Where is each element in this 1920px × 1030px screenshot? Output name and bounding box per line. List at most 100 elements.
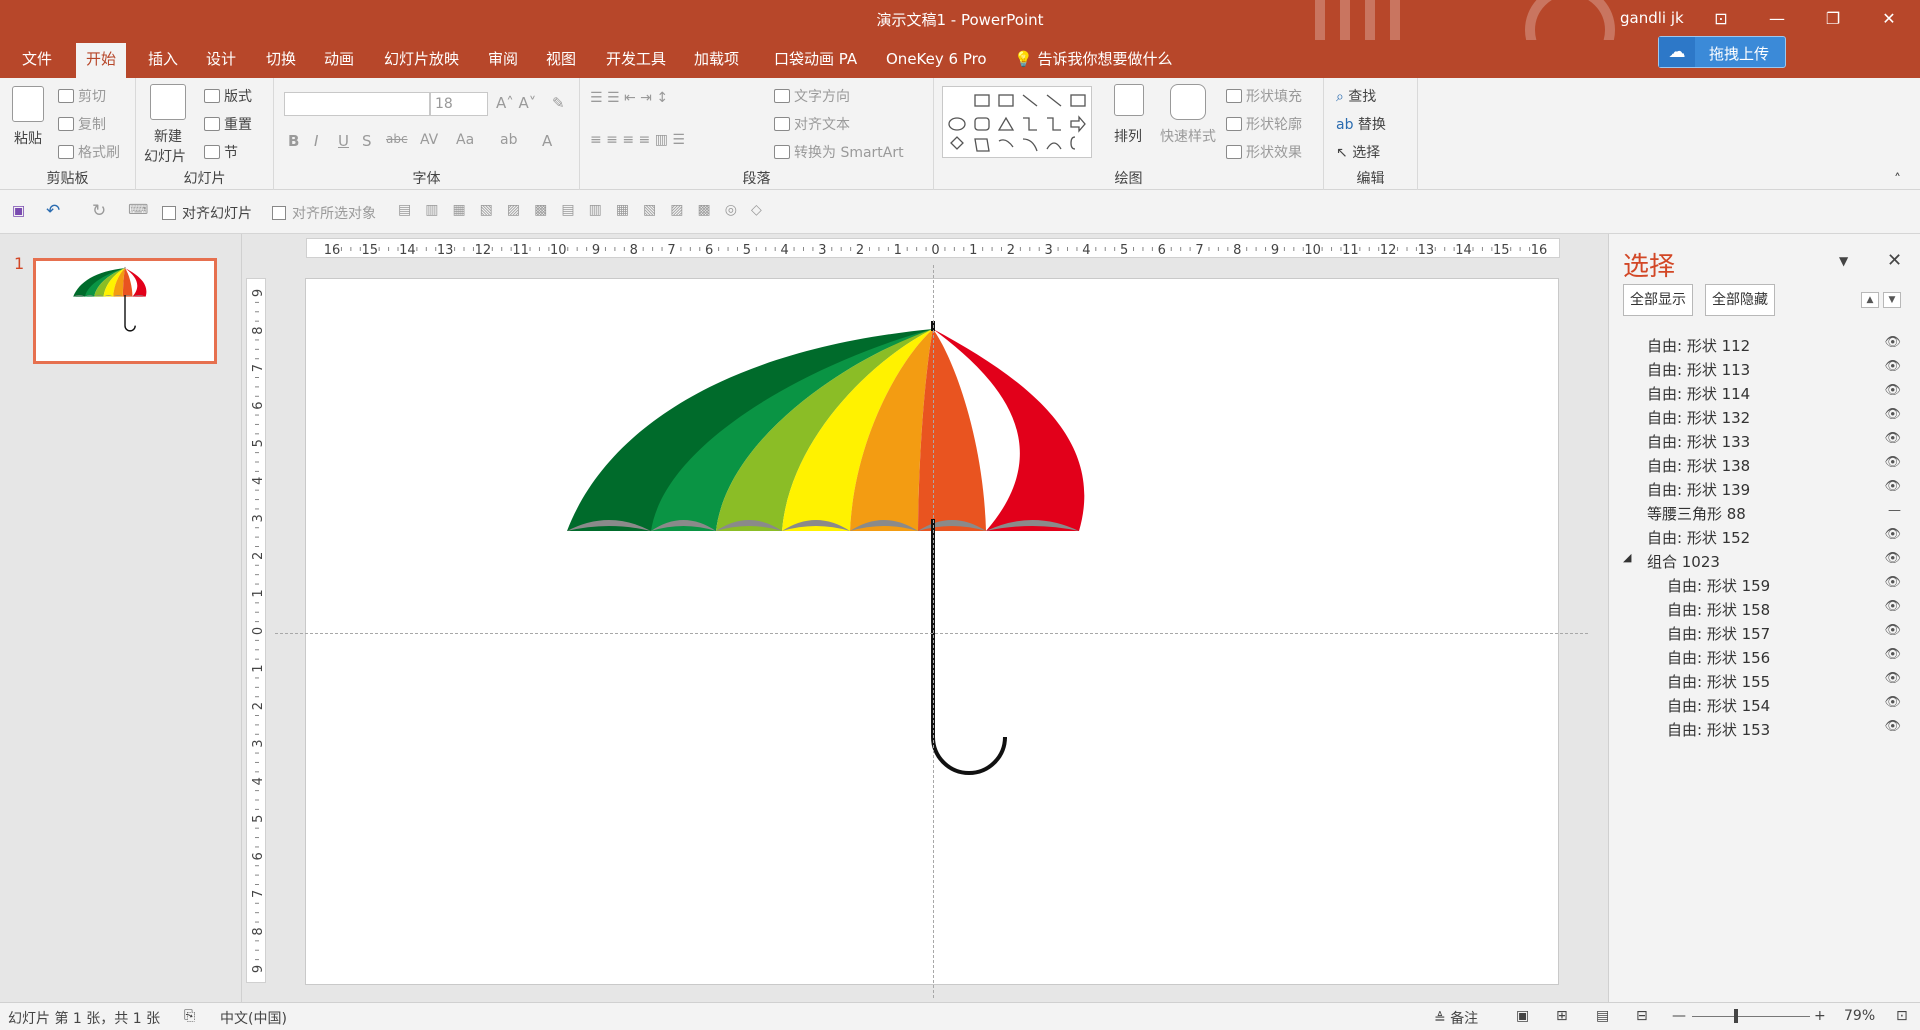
eye-icon[interactable]: 👁 [1884,551,1901,566]
new-slide-label-1[interactable]: 新建 [154,126,182,146]
selection-item[interactable]: 自由: 形状 138 👁 [1609,452,1920,476]
selection-item[interactable]: 自由: 形状 156 👁 [1609,644,1920,668]
zoom-out-icon[interactable]: — [1672,1008,1686,1024]
hidden-eye-icon[interactable]: — [1888,503,1901,518]
align-slide-checkbox[interactable]: 对齐幻灯片 [162,203,252,223]
selection-item[interactable]: 自由: 形状 114 👁 [1609,380,1920,404]
format-painter-button[interactable]: 格式刷 [58,142,120,162]
selection-item[interactable]: 自由: 形状 139 👁 [1609,476,1920,500]
minimize-icon[interactable]: — [1762,6,1792,32]
spellcheck-icon[interactable]: ⎘ [184,1008,195,1024]
cut-button[interactable]: 剪切 [58,86,106,106]
tab-pocket-animation[interactable]: 口袋动画 PA [764,48,867,78]
shape-effects-button[interactable]: 形状效果 [1226,142,1302,162]
quick-styles-button[interactable]: 快速样式 [1160,126,1216,146]
horizontal-guide[interactable] [275,633,1588,634]
paste-icon[interactable] [12,86,44,122]
show-all-button[interactable]: 全部显示 [1623,284,1693,316]
underline-icon[interactable]: U [338,132,349,150]
selection-item[interactable]: 自由: 形状 154 👁 [1609,692,1920,716]
copy-button[interactable]: 复制 [58,114,106,134]
highlight-icon[interactable]: ab [500,132,517,148]
tab-addins[interactable]: 加载项 [684,48,749,78]
italic-icon[interactable]: I [314,132,318,150]
selection-group-item[interactable]: ◢ 组合 1023 👁 [1609,548,1920,572]
selection-item[interactable]: 自由: 形状 159 👁 [1609,572,1920,596]
close-icon[interactable]: ✕ [1874,6,1904,32]
shape-outline-button[interactable]: 形状轮廓 [1226,114,1302,134]
tell-me-search[interactable]: 💡 告诉我你想要做什么 [1004,48,1182,78]
convert-smartart-button[interactable]: 转换为 SmartArt [774,142,904,162]
tab-design[interactable]: 设计 [196,48,246,78]
tab-slideshow[interactable]: 幻灯片放映 [374,48,469,78]
zoom-slider[interactable] [1692,1016,1810,1017]
slide-canvas[interactable] [305,278,1559,985]
redo-icon[interactable]: ↻ [92,201,106,221]
tab-file[interactable]: 文件 [12,48,62,78]
eye-icon[interactable]: 👁 [1884,407,1901,422]
tab-view[interactable]: 视图 [536,48,586,78]
text-direction-button[interactable]: 文字方向 [774,86,850,106]
eye-icon[interactable]: 👁 [1884,647,1901,662]
selection-item[interactable]: 自由: 形状 155 👁 [1609,668,1920,692]
eye-icon[interactable]: 👁 [1884,719,1901,734]
align-selected-checkbox[interactable]: 对齐所选对象 [272,203,376,223]
undo-icon[interactable]: ↶ [46,201,60,221]
layout-button[interactable]: 版式 [204,86,252,106]
selection-item[interactable]: 自由: 形状 132 👁 [1609,404,1920,428]
change-case-icon[interactable]: Aa [456,132,474,148]
char-spacing-icon[interactable]: AV [420,132,438,148]
selection-item[interactable]: 自由: 形状 113 👁 [1609,356,1920,380]
hide-all-button[interactable]: 全部隐藏 [1705,284,1775,316]
shapes-gallery[interactable] [942,86,1092,158]
new-slide-icon[interactable] [150,84,186,120]
notes-button[interactable]: ≜ 备注 [1434,1008,1478,1028]
replace-button[interactable]: ab 替换 [1336,114,1386,134]
eye-icon[interactable]: 👁 [1884,599,1901,614]
font-size-input[interactable]: 18 [430,92,488,116]
ribbon-display-icon[interactable]: ⊡ [1706,6,1736,32]
bullets-icon[interactable]: ☰ ☰ ⇤ ⇥ ↕ [590,90,668,106]
align-text-button[interactable]: 对齐文本 [774,114,850,134]
tab-onekey[interactable]: OneKey 6 Pro [876,48,997,78]
user-name[interactable]: gandli jk [1620,9,1684,27]
zoom-in-icon[interactable]: + [1814,1008,1826,1024]
shape-fill-button[interactable]: 形状填充 [1226,86,1302,106]
pane-options-icon[interactable]: ▼ [1839,254,1848,268]
select-button[interactable]: ↖ 选择 [1336,142,1380,162]
bold-icon[interactable]: B [288,132,299,150]
tab-home[interactable]: 开始 [76,43,127,78]
collapse-ribbon-icon[interactable]: ˄ [1894,172,1901,188]
selection-item[interactable]: 自由: 形状 112 👁 [1609,332,1920,356]
eye-icon[interactable]: 👁 [1884,623,1901,638]
eye-icon[interactable]: 👁 [1884,527,1901,542]
strikethrough-icon[interactable]: abc [386,132,408,146]
selection-item[interactable]: 自由: 形状 152 👁 [1609,524,1920,548]
save-icon[interactable]: ▣ [12,203,25,219]
grow-font-icon[interactable]: A˄ A˅ [496,94,536,112]
tab-review[interactable]: 审阅 [478,48,528,78]
clear-format-icon[interactable]: ✎ [552,94,565,112]
font-color-icon[interactable]: A [542,132,552,150]
section-button[interactable]: 节 [204,142,238,162]
new-slide-label-2[interactable]: 幻灯片 [144,146,186,166]
vertical-guide[interactable] [933,265,934,998]
expand-caret-icon[interactable]: ◢ [1623,551,1631,564]
restore-icon[interactable]: ❐ [1818,6,1848,32]
fit-slide-icon[interactable]: ⊡ [1896,1008,1908,1024]
eye-icon[interactable]: 👁 [1884,671,1901,686]
umbrella-handle[interactable] [931,519,1007,775]
selection-item[interactable]: 自由: 形状 158 👁 [1609,596,1920,620]
present-icon[interactable]: ⌨ [128,202,148,218]
upload-button[interactable]: ☁ 拖拽上传 [1658,36,1786,68]
arrange-icon[interactable] [1114,84,1144,116]
eye-icon[interactable]: 👁 [1884,695,1901,710]
eye-icon[interactable]: 👁 [1884,575,1901,590]
selection-item[interactable]: 自由: 形状 157 👁 [1609,620,1920,644]
align-icons[interactable]: ≡ ≡ ≡ ≡ ▥ ☰ [590,132,685,148]
eye-icon[interactable]: 👁 [1884,383,1901,398]
reset-button[interactable]: 重置 [204,114,252,134]
eye-icon[interactable]: 👁 [1884,359,1901,374]
eye-icon[interactable]: 👁 [1884,455,1901,470]
tab-animations[interactable]: 动画 [314,48,364,78]
